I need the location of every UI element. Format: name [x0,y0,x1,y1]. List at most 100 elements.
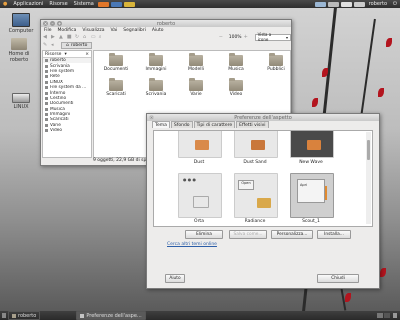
back-icon[interactable]: ◀ [43,34,48,40]
folder-icon [229,78,243,91]
stop-icon[interactable]: ■ [67,34,72,40]
close-dialog-button[interactable]: Chiudi [317,274,359,283]
user-menu[interactable]: roberto [366,1,390,7]
mail-launcher-icon[interactable] [110,1,122,7]
help-launcher-icon[interactable] [123,1,135,7]
menu-view[interactable]: Visualizza [79,28,107,33]
taskbar-label: roberto [18,312,37,319]
close-button[interactable]: × [43,21,48,26]
up-icon[interactable]: ▲ [59,34,64,40]
desktop-icon-label: Home di roberto [8,51,30,63]
desktop-icon-label: LINUX [13,104,29,110]
menu-edit[interactable]: Modifica [55,28,80,33]
theme-thumbnail-orta[interactable]: ● ● ● [178,173,222,218]
sidebar-item-label: Video [50,128,63,134]
red-leaf [312,98,318,107]
menu-bookmarks[interactable]: Segnalibri [120,28,149,33]
ubuntu-logo-icon[interactable]: ● [0,1,10,7]
sidebar-item[interactable]: Video [43,128,91,133]
file-item[interactable]: Scrivania [140,78,172,97]
help-button[interactable]: Aiuto [165,274,185,283]
file-item[interactable]: Immagini [140,53,172,72]
taskbar-item-file-manager[interactable]: roberto [8,311,41,320]
close-icon[interactable]: × [85,52,89,57]
taskbar-item-appearance[interactable]: Preferenze dell'aspe... [76,311,146,320]
more-themes-link[interactable]: Cerca altri temi online [167,242,217,247]
file-item[interactable]: Documenti [100,53,132,72]
customize-button[interactable]: Personalizza... [271,230,313,239]
workspace-switcher[interactable] [377,313,390,318]
file-item[interactable]: Modelli [180,53,212,72]
theme-thumbnail[interactable] [290,131,334,158]
places-menu[interactable]: Risorse [46,1,70,7]
reload-icon[interactable]: ↻ [75,34,80,40]
power-icon[interactable]: ⏻ [390,1,400,7]
file-item[interactable]: Musica [220,53,252,72]
firefox-launcher-icon[interactable] [97,1,109,7]
tab-background[interactable]: Sfondo [170,121,193,128]
desktop-icon-home[interactable]: Home di roberto [2,38,36,63]
location-toggle-icon[interactable]: ✎ [43,42,48,48]
sidebar-item-label: Musica [50,106,65,112]
save-as-button[interactable]: Salva come... [229,230,267,239]
mail-indicator-icon[interactable] [327,1,339,7]
network-icon[interactable] [314,1,326,7]
sidebar-item[interactable]: File system da ... [43,85,91,90]
scrollbar-thumb[interactable] [367,140,370,160]
close-label: Chiudi [331,276,345,281]
toolbar: ◀ ▶ ▲ ■ ↻ ⌂ ▭ ⌕ − 100% + Vista a icone ▾ [41,32,291,42]
theme-thumbnail-scout[interactable]: Apri [290,173,334,218]
desktop-icon-linux[interactable]: LINUX [6,93,36,110]
file-label: Modelli [187,67,204,72]
file-item[interactable]: Video [220,78,252,97]
theme-thumbnail[interactable] [234,131,278,158]
appearance-dialog: × Preferenze dell'aspetto Tema Sfondo Ti… [146,113,380,289]
menu-help[interactable]: Aiuto [149,28,167,33]
theme-list-scrollbar[interactable] [366,132,371,224]
preview-label: Apri [300,183,308,187]
folder-icon [193,196,209,208]
file-item[interactable]: Scaricati [100,78,132,97]
breadcrumb-home[interactable]: ⌂ roberto [61,41,93,49]
minimize-button[interactable]: – [50,21,55,26]
folder-icon [109,53,123,66]
theme-thumbnail-radiance[interactable]: Open [234,173,278,218]
install-button[interactable]: Installa... [317,230,351,239]
theme-thumbnail[interactable] [178,131,222,158]
zoom-in-icon[interactable]: + [244,34,249,40]
theme-label-selected: Scout_1 [302,219,320,224]
file-item[interactable]: Pubblici [260,53,292,72]
forward-icon[interactable]: ▶ [51,34,56,40]
home-icon[interactable]: ⌂ [83,34,88,40]
menu-file[interactable]: File [41,28,55,33]
desktop-icon-computer[interactable]: Computer [6,13,36,34]
sidebar-header[interactable]: Risorse ▾ × [43,51,91,58]
window-buttons-icon: ● ● ● [183,177,197,182]
system-menu[interactable]: Sistema [71,1,97,7]
battery-icon[interactable] [340,1,352,7]
workspace-1[interactable] [377,313,383,318]
file-manager-titlebar[interactable]: × – + roberto [41,20,291,27]
maximize-button[interactable]: + [57,21,62,26]
delete-button[interactable]: Elimina [185,230,223,239]
folder-icon [269,53,283,66]
zoom-out-icon[interactable]: − [219,34,224,40]
path-left-icon[interactable]: ◂ [51,42,56,48]
menu-go[interactable]: Vai [108,28,121,33]
place-icon [45,96,48,100]
volume-icon[interactable] [353,1,365,7]
red-leaf [380,268,386,277]
workspace-2[interactable] [384,313,390,318]
file-item[interactable]: Varie [180,78,212,97]
dialog-titlebar[interactable]: × Preferenze dell'aspetto [147,114,379,121]
tab-fonts[interactable]: Tipi di carattere [193,121,236,128]
search-icon[interactable]: ⌕ [99,34,104,40]
show-desktop-icon[interactable] [2,313,6,318]
computer-icon[interactable]: ▭ [91,34,96,40]
tab-visual-effects[interactable]: Effetti visivi [236,121,269,128]
view-mode-select[interactable]: Vista a icone ▾ [254,32,291,42]
tab-theme[interactable]: Tema [152,121,170,128]
trash-icon[interactable] [393,313,397,318]
close-button[interactable]: × [149,115,154,120]
applications-menu[interactable]: Applicazioni [10,1,46,7]
